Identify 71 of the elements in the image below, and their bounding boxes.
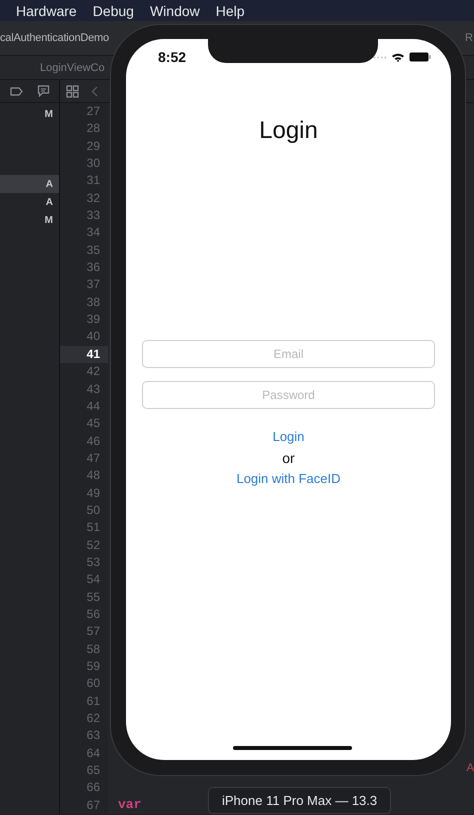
password-field[interactable]: Password	[142, 381, 435, 409]
line-number: 67	[86, 796, 101, 814]
battery-icon	[409, 52, 431, 62]
line-number: 27	[86, 103, 101, 120]
line-number: 34	[86, 224, 101, 242]
signal-dots-icon	[373, 56, 387, 58]
menu-item[interactable]: Help	[216, 2, 245, 18]
login-link[interactable]: Login	[272, 429, 304, 444]
faceid-login-link[interactable]: Login with FaceID	[236, 471, 341, 486]
line-number: 58	[86, 640, 101, 658]
line-number: 46	[86, 432, 101, 450]
file-tab[interactable]: LoginViewCo	[40, 62, 105, 74]
grid-icon[interactable]	[66, 84, 79, 98]
navigator-row[interactable]: M	[0, 211, 59, 230]
line-number: 59	[86, 658, 101, 675]
line-number: 33	[86, 207, 101, 224]
line-number: 51	[86, 519, 101, 536]
navigator-row[interactable]: A	[0, 175, 59, 194]
line-number: 65	[86, 762, 101, 780]
line-number: 55	[86, 588, 101, 606]
screen-title: Login	[259, 117, 318, 145]
line-number: 57	[86, 623, 101, 640]
line-number: 49	[86, 484, 101, 502]
line-number: 42	[86, 363, 101, 380]
comment-icon[interactable]	[37, 85, 50, 97]
status-letter: A	[46, 196, 53, 208]
menu-item[interactable]: Hardware	[16, 2, 77, 18]
line-number: 60	[86, 675, 101, 692]
email-field[interactable]: Email	[142, 340, 435, 368]
line-number: 52	[86, 536, 101, 554]
or-text: or	[282, 450, 295, 466]
device-label: iPhone 11 Pro Max — 13.3	[208, 787, 392, 814]
navigator-row[interactable]: M	[0, 105, 59, 123]
line-number: 29	[86, 138, 101, 155]
line-number: 36	[86, 259, 101, 276]
line-number: 62	[86, 710, 101, 728]
line-number: 38	[86, 294, 101, 311]
line-number: 48	[86, 467, 101, 484]
breadcrumb-item[interactable]: calAuthenticationDemo	[0, 32, 109, 44]
navigator-row[interactable]: A	[0, 193, 59, 212]
line-number: 56	[86, 606, 101, 623]
status-letter: M	[44, 214, 53, 226]
line-number: 66	[86, 779, 101, 796]
wifi-icon	[391, 52, 405, 62]
line-number: 50	[86, 502, 101, 519]
line-number: 41	[60, 346, 108, 364]
line-number: 61	[86, 692, 101, 710]
line-number: 64	[86, 744, 101, 762]
code-keyword: var	[118, 797, 142, 812]
line-number: 63	[86, 727, 101, 744]
menu-item[interactable]: Window	[150, 2, 200, 18]
status-letter: M	[44, 108, 53, 120]
line-number: 30	[86, 155, 101, 172]
line-number: 32	[86, 190, 101, 207]
line-number: 37	[86, 276, 101, 294]
line-number: 35	[86, 242, 101, 259]
line-number: 31	[86, 172, 101, 190]
line-number: 28	[86, 120, 101, 138]
status-time: 8:52	[158, 49, 186, 65]
line-number: 53	[86, 554, 101, 571]
line-number: 45	[86, 415, 101, 432]
line-number: 44	[86, 398, 101, 415]
status-letter: A	[46, 178, 53, 190]
tag-icon[interactable]	[10, 86, 23, 96]
line-number: 39	[86, 311, 101, 328]
line-number: 47	[86, 450, 101, 467]
line-number: 40	[86, 328, 101, 346]
menu-item[interactable]: Debug	[92, 2, 134, 18]
line-number: 54	[86, 571, 101, 588]
line-number: 43	[86, 380, 101, 398]
code-text: A	[466, 762, 474, 774]
